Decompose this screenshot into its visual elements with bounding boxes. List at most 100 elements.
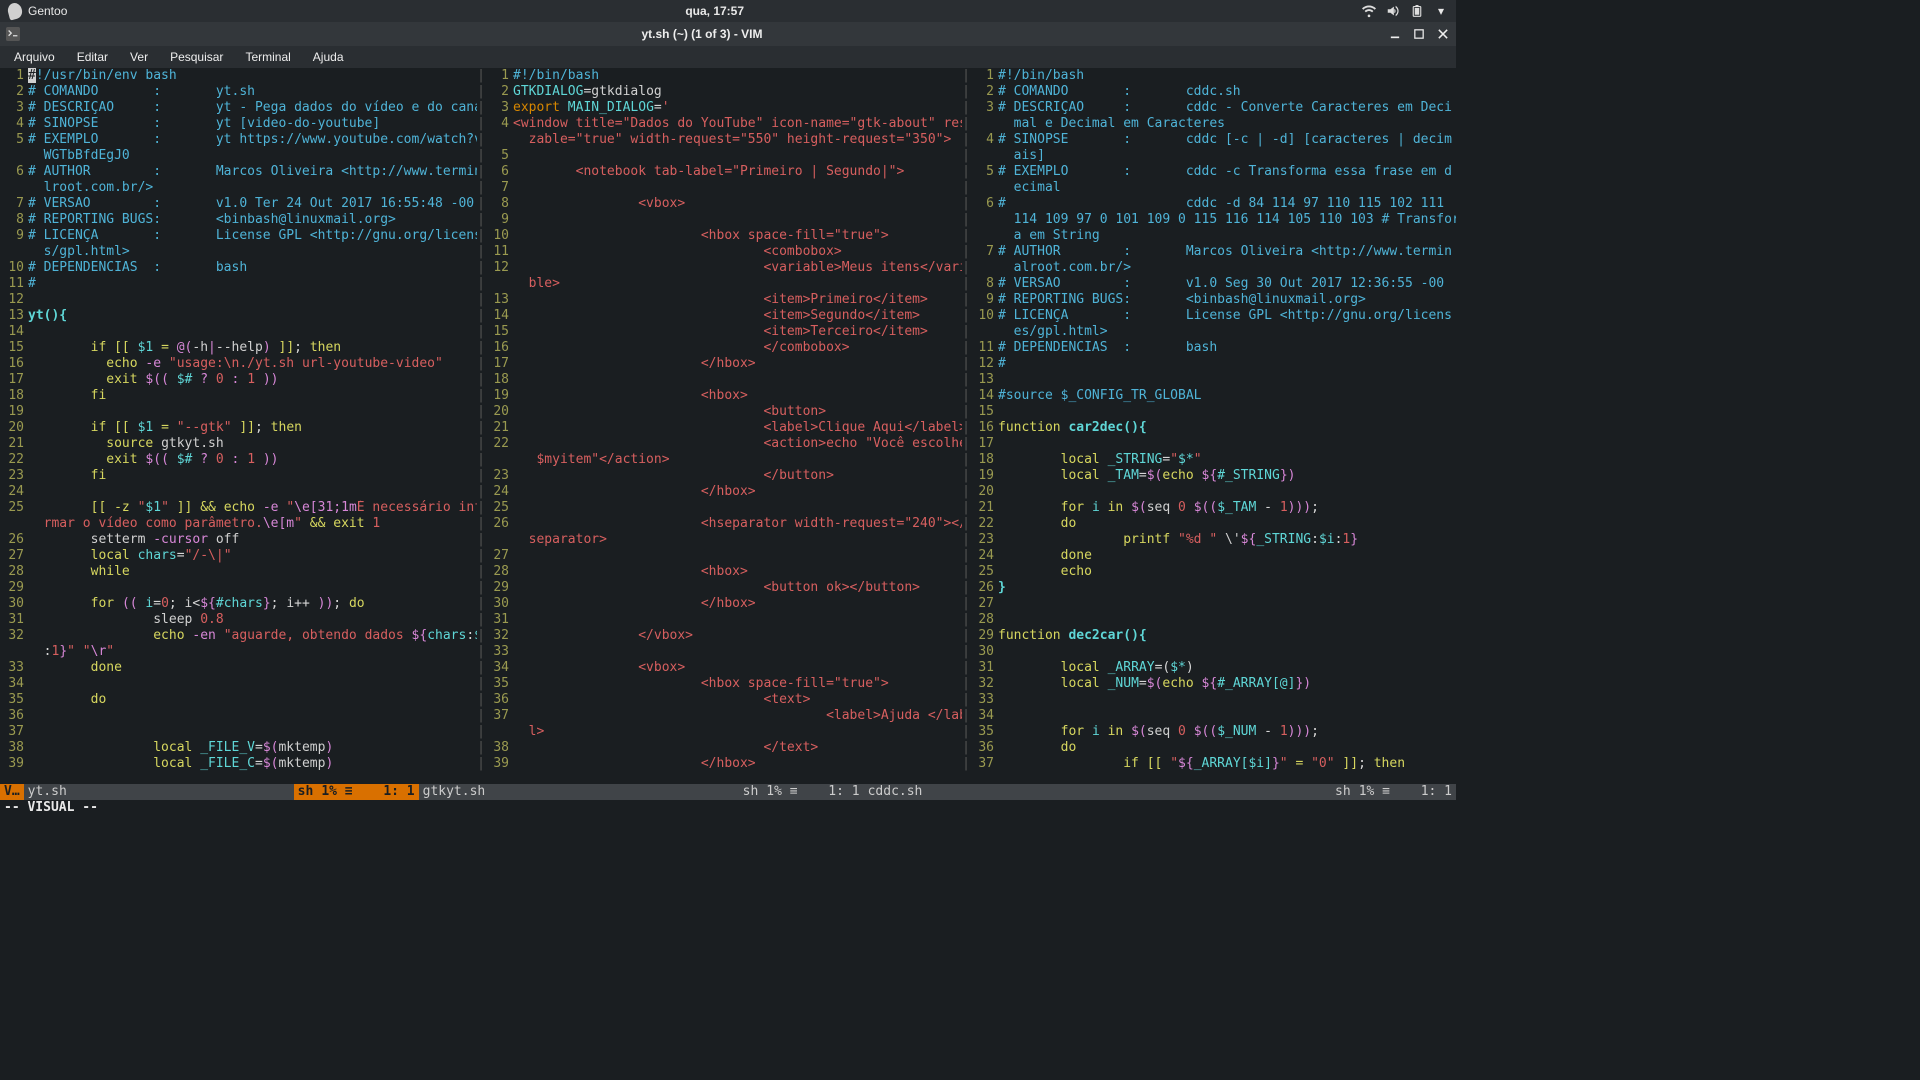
code-line: 16function car2dec(){ bbox=[970, 420, 1456, 436]
code-line: 31 sleep 0.8| bbox=[0, 612, 485, 628]
code-line: 21 <label>Clique Aqui</label>| bbox=[485, 420, 970, 436]
code-line: l>| bbox=[485, 724, 970, 740]
code-line: :1}" "\r"| bbox=[0, 644, 485, 660]
code-line: 37 if [[ "${_ARRAY[$i]}" = "0" ]]; then bbox=[970, 756, 1456, 772]
menu-ajuda[interactable]: Ajuda bbox=[303, 48, 354, 66]
code-line: 1#!/usr/bin/env bash| bbox=[0, 68, 485, 84]
maximize-button[interactable] bbox=[1412, 27, 1426, 41]
code-line: ble>| bbox=[485, 276, 970, 292]
code-line: 11 <combobox>| bbox=[485, 244, 970, 260]
code-line: 17 exit $(( $# ? 0 : 1 ))| bbox=[0, 372, 485, 388]
vim-statusline: V… yt.sh sh 1% ≡ 1: 1 gtkyt.sh sh 1% ≡ 1… bbox=[0, 784, 1456, 800]
menu-terminal[interactable]: Terminal bbox=[235, 48, 300, 66]
gentoo-logo-icon bbox=[8, 4, 22, 18]
code-line: 9# REPORTING BUGS: <binbash@linuxmail.or… bbox=[970, 292, 1456, 308]
close-button[interactable] bbox=[1436, 27, 1450, 41]
code-line: 18| bbox=[485, 372, 970, 388]
code-line: 23 fi| bbox=[0, 468, 485, 484]
status-pct-2: 1% ≡ bbox=[762, 784, 801, 800]
battery-icon bbox=[1410, 4, 1424, 18]
code-line: 27 bbox=[970, 596, 1456, 612]
code-line: 23 </button>| bbox=[485, 468, 970, 484]
menu-pesquisar[interactable]: Pesquisar bbox=[160, 48, 233, 66]
code-line: 37 <label>Ajuda </labe| bbox=[485, 708, 970, 724]
code-line: 24| bbox=[0, 484, 485, 500]
code-line: 16 echo -e "usage:\n./yt.sh url-youtube-… bbox=[0, 356, 485, 372]
code-line: 32 echo -en "aguarde, obtendo dados ${ch… bbox=[0, 628, 485, 644]
code-line: 5# EXEMPLO : yt https://www.youtube.com/… bbox=[0, 132, 485, 148]
code-line: 29function dec2car(){ bbox=[970, 628, 1456, 644]
code-line: 4# SINOPSE : yt [video-do-youtube]| bbox=[0, 116, 485, 132]
vim-pane-3[interactable]: 1#!/bin/bash2# COMANDO : cddc.sh3# DESCR… bbox=[970, 68, 1456, 784]
code-line: 34 bbox=[970, 708, 1456, 724]
code-line: 39 </hbox>| bbox=[485, 756, 970, 772]
vim-pane-2[interactable]: 1#!/bin/bash|2GTKDIALOG=gtkdialog|3expor… bbox=[485, 68, 970, 784]
code-line: 12# bbox=[970, 356, 1456, 372]
code-line: 4<window title="Dados do YouTube" icon-n… bbox=[485, 116, 970, 132]
code-line: 31 local _ARRAY=($*) bbox=[970, 660, 1456, 676]
code-line: 35 for i in $(seq 0 $(($_NUM - 1))); bbox=[970, 724, 1456, 740]
code-line: 20 bbox=[970, 484, 1456, 500]
code-line: zable="true" width-request="550" height-… bbox=[485, 132, 970, 148]
code-line: 19 <hbox>| bbox=[485, 388, 970, 404]
minimize-button[interactable] bbox=[1388, 27, 1402, 41]
status-type-1: sh bbox=[294, 784, 318, 800]
status-ruler-2: 1: 1 bbox=[802, 784, 864, 800]
code-line: 5| bbox=[485, 148, 970, 164]
code-line: 27 local chars="/-\|"| bbox=[0, 548, 485, 564]
code-line: 114 109 97 0 101 109 0 115 116 114 105 1… bbox=[970, 212, 1456, 228]
status-type-2: sh bbox=[739, 784, 763, 800]
vim-pane-1[interactable]: 1#!/usr/bin/env bash|2# COMANDO : yt.sh|… bbox=[0, 68, 485, 784]
window-titlebar: yt.sh (~) (1 of 3) - VIM bbox=[0, 22, 1456, 46]
menu-ver[interactable]: Ver bbox=[120, 48, 158, 66]
code-line: WGTbBfdEgJ0| bbox=[0, 148, 485, 164]
code-line: 21 source gtkyt.sh| bbox=[0, 436, 485, 452]
menu-editar[interactable]: Editar bbox=[67, 48, 118, 66]
code-line: 7| bbox=[485, 180, 970, 196]
window-title: yt.sh (~) (1 of 3) - VIM bbox=[26, 27, 1378, 41]
code-line: 24 done bbox=[970, 548, 1456, 564]
menu-arquivo[interactable]: Arquivo bbox=[4, 48, 65, 66]
vim-mode-line: -- VISUAL -- bbox=[0, 800, 1456, 816]
code-line: s/gpl.html>| bbox=[0, 244, 485, 260]
code-line: 15 bbox=[970, 404, 1456, 420]
vim-editor[interactable]: 1#!/usr/bin/env bash|2# COMANDO : yt.sh|… bbox=[0, 68, 1456, 816]
code-line: 18 fi| bbox=[0, 388, 485, 404]
code-line: 8# VERSAO : v1.0 Seg 30 Out 2017 12:36:5… bbox=[970, 276, 1456, 292]
code-line: 29| bbox=[0, 580, 485, 596]
code-line: 26} bbox=[970, 580, 1456, 596]
code-line: 10# DEPENDENCIAS : bash| bbox=[0, 260, 485, 276]
code-line: 24 </hbox>| bbox=[485, 484, 970, 500]
terminal-menubar: Arquivo Editar Ver Pesquisar Terminal Aj… bbox=[0, 46, 1456, 68]
code-line: 36| bbox=[0, 708, 485, 724]
code-line: 28 bbox=[970, 612, 1456, 628]
distro-name: Gentoo bbox=[28, 4, 67, 18]
code-line: lroot.com.br/>| bbox=[0, 180, 485, 196]
code-line: 31| bbox=[485, 612, 970, 628]
code-line: 3# DESCRIÇÃO : cddc - Converte Caractere… bbox=[970, 100, 1456, 116]
code-line: 26 <hseparator width-request="240"></h| bbox=[485, 516, 970, 532]
code-line: a em String bbox=[970, 228, 1456, 244]
code-line: 20 if [[ $1 = "--gtk" ]]; then| bbox=[0, 420, 485, 436]
code-line: 2GTKDIALOG=gtkdialog| bbox=[485, 84, 970, 100]
code-line: 30 </hbox>| bbox=[485, 596, 970, 612]
code-line: 36 <text>| bbox=[485, 692, 970, 708]
volume-icon bbox=[1386, 4, 1400, 18]
code-line: 25 [[ -z "$1" ]] && echo -e "\e[31;1mÉ n… bbox=[0, 500, 485, 516]
code-line: 6 <notebook tab-label="Primeiro | Segund… bbox=[485, 164, 970, 180]
code-line: 13yt(){| bbox=[0, 308, 485, 324]
status-file-1: yt.sh bbox=[24, 784, 294, 800]
code-line: $myitem"</action>| bbox=[485, 452, 970, 468]
code-line: 11# DEPENDENCIAS : bash bbox=[970, 340, 1456, 356]
code-line: 8# REPORTING BUGS: <binbash@linuxmail.or… bbox=[0, 212, 485, 228]
code-line: 15 if [[ $1 = @(-h|--help) ]]; then| bbox=[0, 340, 485, 356]
code-line: 19| bbox=[0, 404, 485, 420]
code-line: 35 do| bbox=[0, 692, 485, 708]
code-line: rmar o vídeo como parâmetro.\e[m" && exi… bbox=[0, 516, 485, 532]
topbar-status-area[interactable]: ▾ bbox=[1362, 4, 1448, 18]
topbar-clock[interactable]: qua, 17:57 bbox=[67, 4, 1362, 18]
code-line: 38 </text>| bbox=[485, 740, 970, 756]
code-line: 26 setterm -cursor off| bbox=[0, 532, 485, 548]
code-line: 15 <item>Terceiro</item>| bbox=[485, 324, 970, 340]
code-line: 8 <vbox>| bbox=[485, 196, 970, 212]
